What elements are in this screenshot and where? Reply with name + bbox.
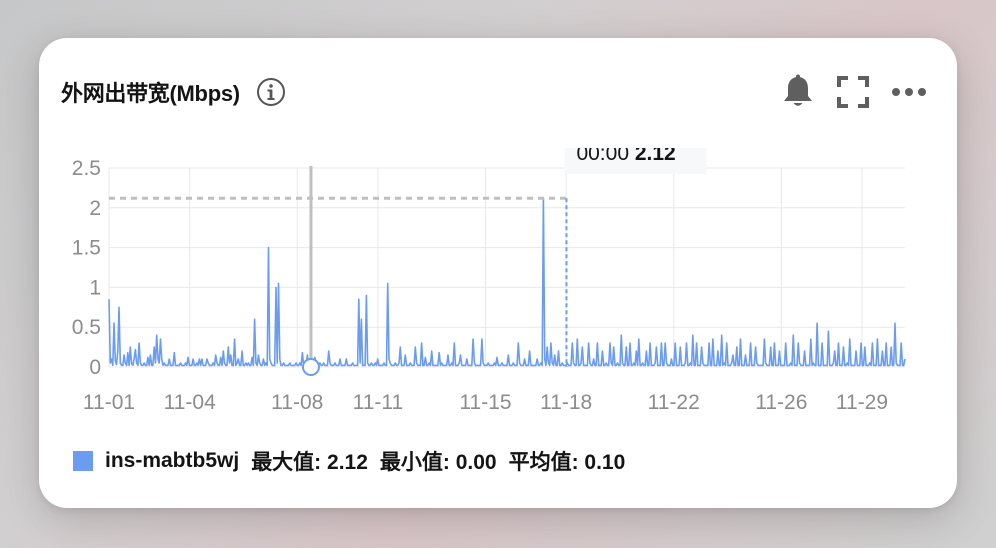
- legend-swatch[interactable]: [73, 451, 93, 471]
- legend-avg: 平均值: 0.10: [508, 451, 626, 474]
- x-tick-label: 11-04: [164, 391, 216, 414]
- legend-max: 最大值: 2.12: [251, 451, 368, 474]
- bandwidth-card: 外网出带宽(Mbps) 0 0.5 1 1.5 2 2.5 11-01 11-0…: [39, 38, 957, 508]
- tooltip-value: 2.12: [635, 148, 676, 165]
- more-dots-icon[interactable]: [891, 86, 927, 98]
- tooltip-time: 00:00: [576, 148, 634, 165]
- card-header: 外网出带宽(Mbps): [61, 72, 927, 112]
- y-tick-label: 2.5: [72, 157, 101, 180]
- x-tick-label: 11-29: [836, 391, 888, 414]
- y-tick-label: 0.5: [72, 316, 101, 339]
- y-tick-label: 0: [89, 356, 101, 379]
- x-tick-label: 11-15: [459, 391, 511, 414]
- x-tick-label: 11-26: [755, 391, 807, 414]
- legend-min: 最小值: 0.00: [379, 451, 497, 474]
- y-tick-label: 1: [89, 276, 101, 299]
- x-tick-label: 11-11: [353, 391, 404, 414]
- max-tooltip: 00:00 2.12: [564, 148, 707, 174]
- card-actions: [781, 74, 927, 110]
- series-line: [108, 197, 906, 367]
- x-tick-label: 11-01: [83, 391, 135, 414]
- bell-icon[interactable]: [781, 74, 815, 110]
- y-tick-label: 1.5: [72, 237, 101, 260]
- chart-legend: ins-mabtb5wj 最大值: 2.12 最小值: 0.00 平均值: 0.…: [73, 446, 625, 476]
- tooltip-text: 00:00 2.12: [576, 148, 675, 165]
- x-tick-label: 11-18: [540, 391, 592, 414]
- legend-stats: 最大值: 2.12 最小值: 0.00 平均值: 0.10: [251, 446, 625, 476]
- info-circle-icon[interactable]: [256, 77, 286, 107]
- bandwidth-chart[interactable]: 0 0.5 1 1.5 2 2.5 11-01 11-04 11-08 11-11 11-15 11-…: [39, 148, 957, 448]
- expand-icon[interactable]: [837, 76, 869, 108]
- card-title: 外网出带宽(Mbps): [61, 81, 240, 106]
- chart-svg: 0 0.5 1 1.5 2 2.5 11-01 11-04 11-08 11-11 11-15 11-…: [72, 148, 906, 414]
- legend-series-name[interactable]: ins-mabtb5wj: [105, 449, 239, 473]
- x-tick-label: 11-08: [271, 391, 323, 414]
- x-tick-label: 11-22: [648, 391, 700, 414]
- y-tick-label: 2: [89, 197, 101, 220]
- hover-marker: [301, 358, 320, 376]
